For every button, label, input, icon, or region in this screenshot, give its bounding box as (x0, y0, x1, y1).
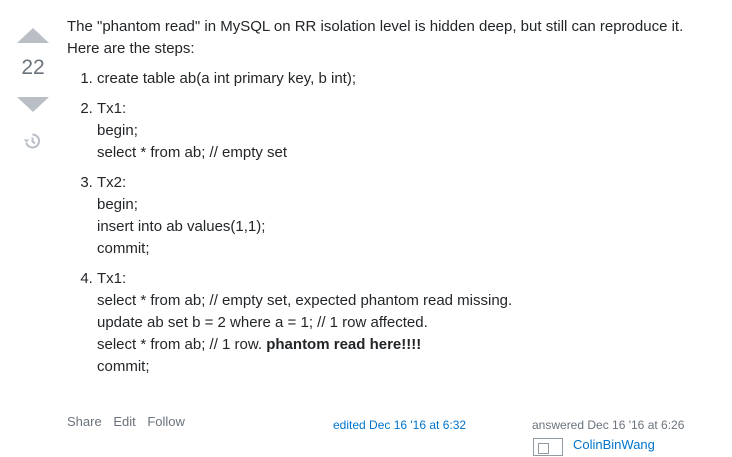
list-item: Tx1: begin; select * from ab; // empty s… (97, 98, 712, 164)
list-item: Tx1: select * from ab; // empty set, exp… (97, 268, 712, 378)
step-line: select * from ab; // 1 row. phantom read… (97, 334, 712, 356)
history-icon[interactable] (22, 131, 42, 151)
answered-timestamp: answered Dec 16 '16 at 6:26 (532, 418, 685, 432)
answer-body: The "phantom read" in MySQL on RR isolat… (67, 16, 712, 386)
step-line: select * from ab; // empty set, expected… (97, 292, 513, 309)
step-line: commit; (97, 358, 150, 375)
edited-link[interactable]: edited Dec 16 '16 at 6:32 (333, 418, 466, 432)
step-line: select * from ab; // empty set (97, 144, 288, 161)
step-line: begin; (97, 196, 138, 213)
share-link[interactable]: Share (67, 414, 102, 429)
follow-link[interactable]: Follow (147, 414, 185, 429)
emphasis-text: phantom read here!!!! (266, 336, 422, 353)
list-item: create table ab(a int primary key, b int… (97, 68, 712, 90)
step-line: create table ab(a int primary key, b int… (97, 70, 356, 87)
step-line: Tx1: (97, 270, 127, 287)
step-line: Tx2: (97, 174, 127, 191)
step-line: update ab set b = 2 where a = 1; // 1 ro… (97, 314, 428, 331)
broken-image-icon (538, 443, 549, 454)
list-item: Tx2: begin; insert into ab values(1,1); … (97, 172, 712, 260)
post-menu: Share Edit Follow (67, 414, 193, 429)
step-line: commit; (97, 240, 150, 257)
answer-intro: The "phantom read" in MySQL on RR isolat… (67, 18, 684, 57)
avatar[interactable] (533, 438, 563, 456)
edit-link[interactable]: Edit (113, 414, 135, 429)
step-line-text: select * from ab; // 1 row. (97, 336, 267, 353)
vote-count: 22 (21, 56, 45, 79)
step-line: insert into ab values(1,1); (97, 218, 266, 235)
user-name-link[interactable]: ColinBinWang (573, 437, 655, 452)
steps-list: create table ab(a int primary key, b int… (67, 68, 712, 378)
upvote-icon[interactable] (17, 28, 49, 43)
step-line: begin; (97, 122, 138, 139)
downvote-icon[interactable] (17, 97, 49, 112)
step-line: Tx1: (97, 100, 127, 117)
